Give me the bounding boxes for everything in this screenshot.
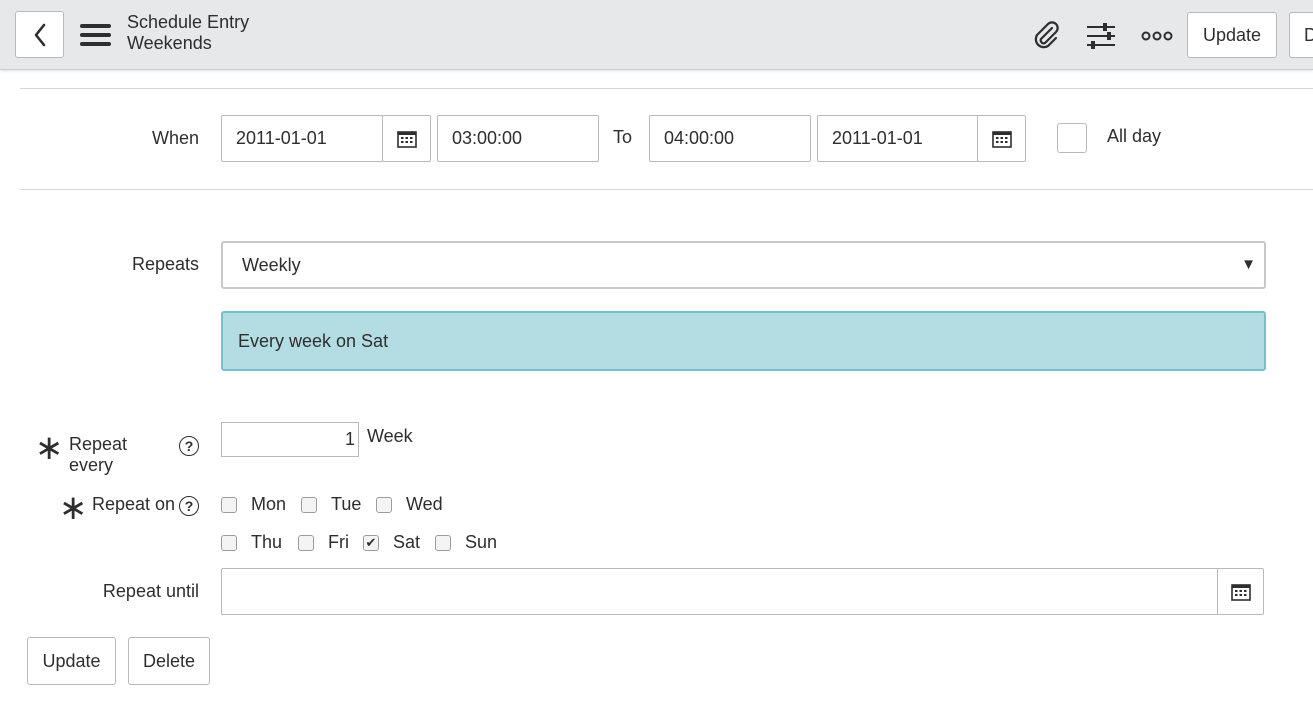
day-checkbox-thu[interactable]	[221, 534, 237, 551]
day-label: Sat	[393, 532, 421, 552]
title-block: Schedule Entry Weekends	[127, 12, 249, 54]
required-asterisk-icon: ∗	[35, 429, 64, 467]
repeat-every-label: Repeat every	[69, 434, 128, 475]
all-day-checkbox[interactable]	[1057, 123, 1087, 153]
day-option-tue[interactable]: Tue	[301, 494, 361, 515]
end-date-input[interactable]: 2011-01-01	[817, 115, 979, 162]
day-checkbox-fri[interactable]	[298, 534, 314, 551]
day-option-sun[interactable]: Sun	[435, 532, 497, 553]
update-button[interactable]: Update	[27, 637, 116, 685]
repeats-select[interactable]: Weekly ▼	[221, 241, 1266, 289]
header-update-button[interactable]: Update	[1187, 12, 1277, 58]
day-label: Thu	[251, 532, 283, 552]
chevron-down-icon: ▼	[1241, 256, 1256, 273]
more-options-icon[interactable]	[1139, 18, 1175, 54]
delete-button[interactable]: Delete	[128, 637, 210, 685]
start-date-input[interactable]: 2011-01-01	[221, 115, 383, 162]
day-label: Wed	[406, 494, 443, 514]
header-delete-button[interactable]: D	[1289, 12, 1313, 58]
help-icon[interactable]: ?	[179, 496, 199, 516]
divider	[20, 88, 1313, 89]
repeat-on-label: Repeat on	[92, 494, 176, 514]
day-label: Tue	[331, 494, 362, 514]
day-checkbox-mon[interactable]	[221, 496, 237, 513]
day-checkbox-sat[interactable]: ✔	[363, 534, 379, 551]
repeat-every-input[interactable]: 1	[221, 422, 359, 457]
day-label: Mon	[251, 494, 287, 514]
sliders-icon[interactable]	[1083, 18, 1119, 54]
start-date-calendar-button[interactable]	[382, 115, 431, 162]
divider	[20, 189, 1313, 190]
day-checkbox-tue[interactable]	[301, 496, 317, 513]
chevron-left-icon	[34, 23, 45, 46]
repeat-until-input[interactable]	[221, 568, 1218, 615]
paperclip-icon[interactable]	[1028, 18, 1064, 54]
calendar-icon	[1230, 583, 1251, 601]
day-option-sat[interactable]: ✔ Sat	[363, 532, 420, 553]
required-asterisk-icon: ∗	[59, 489, 88, 527]
repeat-every-unit: Week	[367, 426, 413, 446]
page-subtitle: Weekends	[127, 33, 212, 53]
start-time-input[interactable]: 03:00:00	[437, 115, 599, 162]
back-button[interactable]	[15, 11, 64, 58]
hamburger-menu-icon[interactable]	[80, 24, 111, 46]
day-checkbox-wed[interactable]	[376, 496, 392, 513]
end-time-input[interactable]: 04:00:00	[649, 115, 811, 162]
repeat-until-label: Repeat until	[102, 581, 199, 601]
when-label: When	[151, 128, 199, 148]
day-option-wed[interactable]: Wed	[376, 494, 443, 515]
repeats-selected-value: Weekly	[242, 254, 301, 275]
repeat-summary: Every week on Sat	[221, 311, 1266, 371]
to-label: To	[613, 127, 633, 147]
day-option-mon[interactable]: Mon	[221, 494, 286, 515]
day-option-fri[interactable]: Fri	[298, 532, 349, 553]
day-checkbox-sun[interactable]	[435, 534, 451, 551]
calendar-icon	[396, 130, 417, 148]
calendar-icon	[991, 130, 1012, 148]
all-day-label: All day	[1107, 126, 1162, 146]
form-header: Schedule Entry Weekends Update D	[0, 0, 1313, 70]
day-label: Fri	[328, 532, 349, 552]
page-title: Schedule Entry	[127, 12, 250, 32]
repeats-label: Repeats	[131, 254, 199, 274]
repeat-until-calendar-button[interactable]	[1217, 568, 1264, 615]
help-icon[interactable]: ?	[179, 436, 199, 456]
day-option-thu[interactable]: Thu	[221, 532, 282, 553]
end-date-calendar-button[interactable]	[977, 115, 1026, 162]
day-label: Sun	[465, 532, 498, 552]
